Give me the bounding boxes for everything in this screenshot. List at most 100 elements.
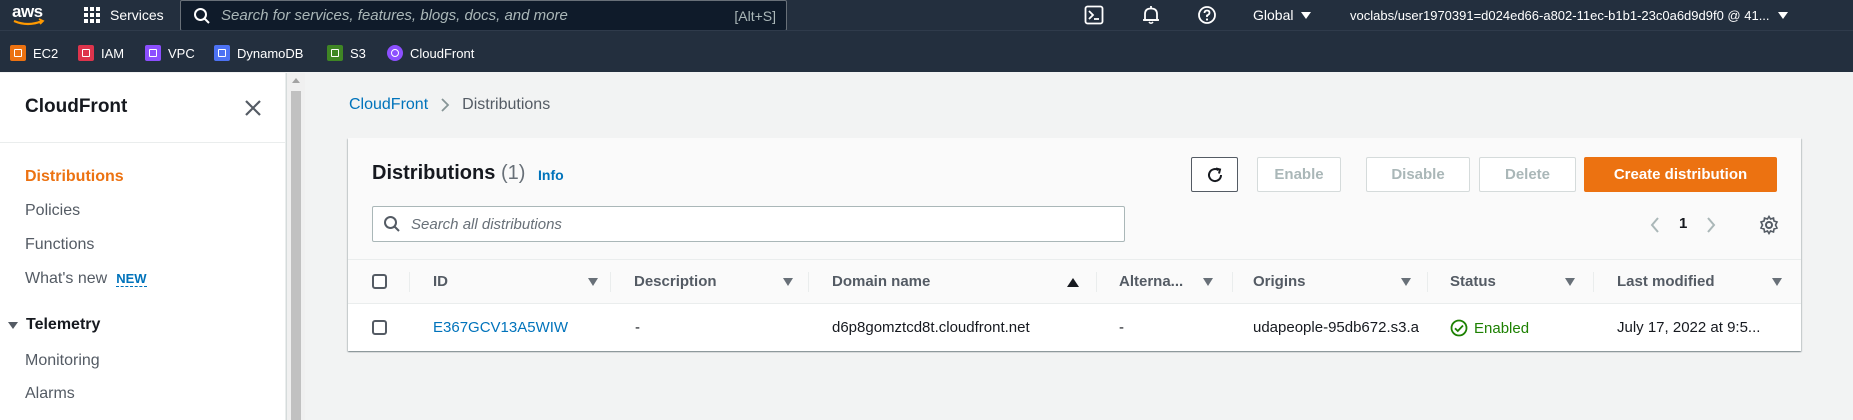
column-header-id[interactable]: ID [433,273,553,290]
row-select-checkbox[interactable] [372,320,387,335]
breadcrumb-cloudfront[interactable]: CloudFront [349,96,428,114]
favorite-ec2[interactable]: EC2 [10,45,58,61]
search-icon [384,216,400,232]
services-grid-icon [84,7,100,23]
status-label: Enabled [1474,319,1530,337]
delete-button[interactable]: Delete [1479,157,1576,192]
previous-page-icon[interactable] [1649,216,1661,234]
top-navigation: aws Services [Alt+S] Global [0,0,1853,31]
help-icon[interactable] [1197,5,1217,25]
sidebar-section-label: Telemetry [26,316,101,333]
iam-icon [78,45,94,61]
s3-icon [327,45,343,61]
sidebar-divider [0,142,286,143]
favorite-s3[interactable]: S3 [327,45,366,61]
info-link[interactable]: Info [538,167,564,183]
sort-ascending-icon[interactable] [1067,278,1079,287]
sort-icon[interactable] [1565,278,1575,286]
distribution-id-link[interactable]: E367GCV13A5WIW [433,319,603,336]
status-badge: Enabled [1450,319,1590,337]
account-label: voclabs/user1970391=d024ed66-a802-11ec-b… [1350,7,1770,23]
page-number-button[interactable]: 1 [1679,215,1687,232]
column-header-description[interactable]: Description [634,273,774,290]
notifications-bell-icon[interactable] [1141,5,1161,25]
favorite-label: DynamoDB [237,45,304,61]
breadcrumb: CloudFront Distributions [349,96,550,114]
check-circle-icon [1450,319,1468,337]
sidebar-item-label: What's new [25,270,108,287]
distributions-search-input[interactable] [411,215,1124,233]
distributions-table-container: Distributions (1) Info Enable Disable De… [348,138,1801,351]
sidebar-section-telemetry[interactable]: Telemetry [8,316,100,334]
aws-logo[interactable]: aws [10,2,48,28]
column-header-last-modified[interactable]: Last modified [1617,273,1757,290]
sidebar-scrollbar[interactable] [286,73,305,420]
favorite-label: IAM [101,45,125,61]
sort-icon[interactable] [588,278,598,286]
favorite-label: S3 [350,45,366,61]
table-row[interactable]: E367GCV13A5WIW - d6p8gomztcd8t.cloudfron… [348,304,1801,351]
favorite-vpc[interactable]: VPC [145,45,195,61]
cell-domain-name: d6p8gomztcd8t.cloudfront.net [832,319,1030,336]
column-header-origins[interactable]: Origins [1253,273,1373,290]
caret-down-icon [8,321,18,329]
sidebar-item-functions[interactable]: Functions [25,236,94,254]
sidebar-item-distributions[interactable]: Distributions [25,168,124,186]
column-header-alternate-domain[interactable]: Alterna... [1119,273,1194,290]
sidebar-item-monitoring[interactable]: Monitoring [25,352,100,370]
column-header-domain-name[interactable]: Domain name [832,273,992,290]
column-divider [1427,272,1428,292]
chevron-down-icon [1301,11,1312,19]
dynamodb-icon [214,45,230,61]
favorite-label: CloudFront [410,45,475,61]
favorite-label: EC2 [33,45,59,61]
sidebar-item-whats-new[interactable]: What's new NEW [25,270,147,288]
cell-alternate-domain: - [1119,319,1124,336]
search-shortcut: [Alt+S] [734,7,776,24]
favorite-dynamodb[interactable]: DynamoDB [214,45,303,61]
page-title: Distributions [372,162,496,184]
cell-origins: udapeople-95db672.s3.a [1253,319,1419,336]
column-header-status[interactable]: Status [1450,273,1550,290]
column-divider [610,272,611,292]
new-badge: NEW [116,271,147,287]
global-search[interactable]: [Alt+S] [180,0,787,31]
services-menu[interactable]: Services [84,0,164,30]
distributions-search[interactable] [372,206,1125,242]
column-divider [808,272,809,292]
favorite-label: VPC [168,45,195,61]
favorite-iam[interactable]: IAM [78,45,124,61]
sidebar-item-policies[interactable]: Policies [25,202,80,220]
column-divider [1232,272,1233,292]
global-search-input[interactable] [221,7,735,24]
region-selector[interactable]: Global [1253,0,1312,30]
search-icon [194,7,210,24]
table-header-row: ID Description Domain name Alterna... Or… [348,260,1801,304]
close-icon[interactable] [243,98,263,118]
select-all-checkbox[interactable] [372,274,387,289]
vpc-icon [145,45,161,61]
table-header-area: Distributions (1) Info Enable Disable De… [348,138,1801,260]
services-label: Services [110,7,164,23]
sort-icon[interactable] [1772,278,1782,286]
create-distribution-button[interactable]: Create distribution [1584,157,1777,192]
enable-button[interactable]: Enable [1257,157,1341,192]
gear-icon[interactable] [1759,215,1779,235]
next-page-icon[interactable] [1705,216,1717,234]
column-divider [1593,272,1594,292]
account-menu[interactable]: voclabs/user1970391=d024ed66-a802-11ec-b… [1350,0,1788,30]
sidebar-title: CloudFront [25,96,128,117]
sort-icon[interactable] [1203,278,1213,286]
refresh-button[interactable] [1191,157,1238,192]
sort-icon[interactable] [783,278,793,286]
scrollbar-thumb[interactable] [291,91,301,420]
cloudshell-icon[interactable] [1084,5,1104,25]
chevron-down-icon [1777,11,1788,19]
refresh-icon [1207,167,1222,182]
sidebar-item-alarms[interactable]: Alarms [25,385,75,403]
scroll-up-arrow-icon[interactable] [292,78,300,83]
cell-last-modified: July 17, 2022 at 9:5... [1617,319,1761,336]
favorite-cloudfront[interactable]: CloudFront [387,45,474,61]
disable-button[interactable]: Disable [1366,157,1470,192]
sort-icon[interactable] [1401,278,1411,286]
